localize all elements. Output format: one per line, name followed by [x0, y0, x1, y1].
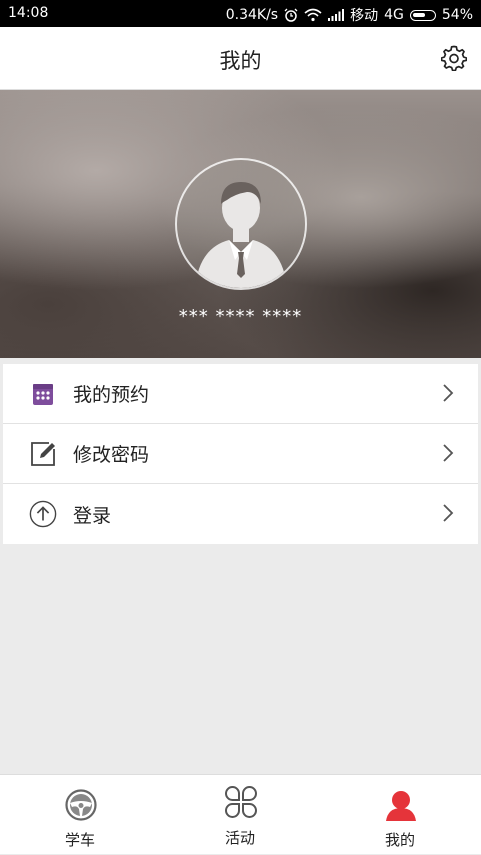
menu-item-label: 修改密码	[73, 444, 150, 466]
chevron-right-icon	[443, 384, 454, 402]
username-masked: *** **** ****	[178, 306, 303, 327]
gear-icon[interactable]	[441, 45, 467, 71]
four-circles-icon	[225, 786, 257, 818]
steering-wheel-icon	[65, 789, 97, 821]
alarm-icon	[284, 8, 298, 22]
menu-item-my-appointments[interactable]: 我的预约	[3, 364, 478, 424]
wifi-icon	[304, 8, 322, 22]
profile-menu: 我的预约 修改密码 登录	[3, 364, 478, 544]
network-label: 4G	[384, 7, 404, 23]
page-title: 我的	[219, 49, 262, 73]
menu-item-label: 登录	[73, 504, 112, 527]
tab-mine[interactable]: 我的	[320, 775, 480, 855]
tab-activities[interactable]: 活动	[160, 775, 320, 855]
bottom-tab-bar: 学车 活动 我的	[0, 774, 481, 854]
net-speed: 0.34K/s	[225, 7, 279, 23]
status-time: 14:08	[8, 5, 49, 21]
battery-percent: 54%	[441, 7, 473, 23]
status-bar: 14:08 0.34K/s 移动 4G 54%	[0, 0, 481, 27]
tab-label: 我的	[384, 831, 415, 849]
signal-icon	[328, 9, 345, 21]
carrier-label: 移动	[350, 8, 379, 24]
chevron-right-icon	[443, 444, 454, 462]
profile-banner: *** **** ****	[0, 90, 481, 358]
chevron-right-icon	[443, 504, 454, 522]
tab-label: 学车	[64, 831, 95, 849]
battery-icon	[409, 9, 436, 21]
status-right: 0.34K/s 移动 4G 54%	[226, 5, 473, 25]
calendar-icon	[29, 380, 57, 408]
user-avatar-icon[interactable]	[175, 158, 307, 290]
menu-item-login[interactable]: 登录	[3, 484, 478, 544]
app-header: 我的	[0, 27, 481, 90]
tab-learn-driving[interactable]: 学车	[0, 775, 160, 855]
menu-item-change-password[interactable]: 修改密码	[3, 424, 478, 484]
edit-icon	[29, 440, 57, 468]
person-icon	[386, 791, 416, 821]
tab-label: 活动	[224, 829, 255, 847]
menu-item-label: 我的预约	[73, 384, 150, 406]
arrow-up-circle-icon	[29, 500, 57, 528]
